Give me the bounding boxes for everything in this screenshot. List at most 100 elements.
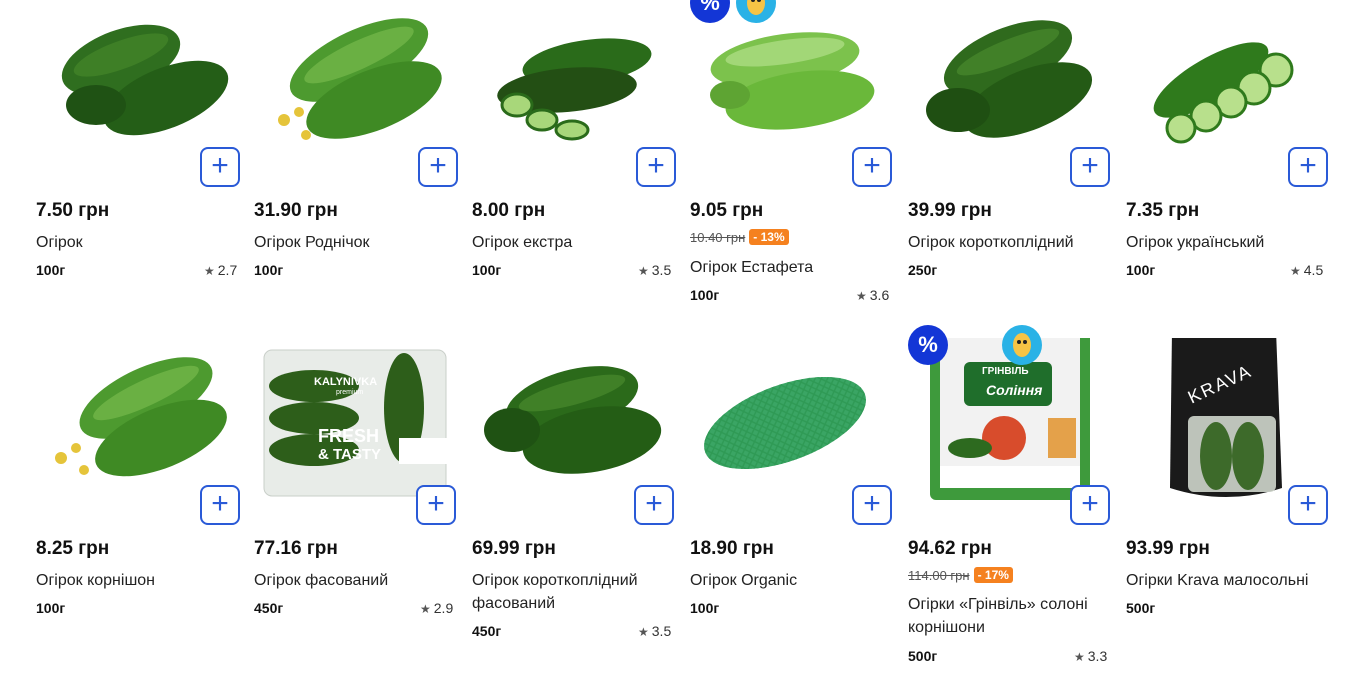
percent-icon: % (918, 332, 938, 357)
product-image[interactable] (36, 0, 242, 150)
plus-icon: + (427, 487, 445, 520)
rating-value: 3.6 (869, 287, 890, 303)
product-price: 31.90 грн (254, 200, 338, 221)
add-to-cart-button[interactable]: + (852, 147, 892, 187)
star-icon: ★ (638, 625, 649, 639)
package-sub: premium (336, 389, 364, 396)
product-weight: 100г (36, 262, 66, 278)
star-icon: ★ (204, 264, 215, 278)
product-price: 93.99 грн (1126, 538, 1210, 559)
product-name[interactable]: Огірок короткоплідний фасований (472, 569, 672, 615)
product-name[interactable]: Огірок Роднічок (254, 231, 464, 254)
plus-icon: + (1081, 487, 1099, 520)
package-sub: Соління (986, 382, 1043, 398)
product-name[interactable]: Огірок фасований (254, 569, 464, 592)
product-image[interactable] (472, 338, 678, 488)
rating-value: 3.5 (651, 623, 672, 639)
rating-value: 2.7 (217, 262, 238, 278)
plus-icon: + (1299, 487, 1317, 520)
product-price: 94.62 грн (908, 538, 992, 559)
rating-value: 4.5 (1303, 262, 1324, 278)
add-to-cart-button[interactable]: + (1288, 147, 1328, 187)
plus-icon: + (211, 487, 229, 520)
product-weight: 100г (1126, 262, 1156, 278)
plus-icon: + (863, 149, 881, 182)
product-weight: 100г (254, 262, 284, 278)
package-text-2: & TASTY (318, 446, 382, 463)
product-weight: 100г (472, 262, 502, 278)
product-rating: ★ 3.6 (856, 287, 889, 303)
product-name[interactable]: Огірок український (1126, 231, 1336, 254)
product-rating: ★ 3.3 (1074, 648, 1107, 664)
product-image[interactable] (1126, 0, 1332, 150)
package-brand: ГРІНВІЛЬ (982, 366, 1029, 377)
product-name[interactable]: Огірок короткоплідний (908, 231, 1118, 254)
add-to-cart-button[interactable]: + (1070, 147, 1110, 187)
product-image[interactable] (690, 338, 896, 488)
plus-icon: + (647, 149, 665, 182)
percent-icon: % (700, 0, 720, 15)
product-price: 77.16 грн (254, 538, 338, 559)
product-image[interactable] (36, 338, 242, 488)
product-name[interactable]: Огірок екстра (472, 231, 682, 254)
star-icon: ★ (420, 602, 431, 616)
product-rating: ★ 3.5 (638, 623, 671, 639)
add-to-cart-button[interactable]: + (416, 485, 456, 525)
product-price: 8.25 грн (36, 538, 110, 559)
promo-percent-badge: % (908, 325, 948, 365)
star-icon: ★ (1290, 264, 1301, 278)
discount-badge: - 17% (973, 567, 1013, 583)
old-price-row: 10.40 грн - 13% (690, 229, 789, 245)
product-name[interactable]: Огірки Krava малосольні (1126, 569, 1336, 592)
product-weight: 100г (690, 600, 720, 616)
add-to-cart-button[interactable]: + (636, 147, 676, 187)
plus-icon: + (1299, 149, 1317, 182)
package-text-1: FRESH (318, 426, 380, 446)
add-to-cart-button[interactable]: + (1070, 485, 1110, 525)
star-icon: ★ (638, 264, 649, 278)
product-weight: 250г (908, 262, 938, 278)
add-to-cart-button[interactable]: + (634, 485, 674, 525)
product-name[interactable]: Огірок (36, 231, 246, 254)
plus-icon: + (429, 149, 447, 182)
old-price: 114.00 грн (908, 567, 970, 583)
product-name[interactable]: Огірок корнішон (36, 569, 246, 592)
old-price-row: 114.00 грн - 17% (908, 567, 1013, 583)
product-weight: 450г (472, 623, 502, 639)
product-price: 69.99 грн (472, 538, 556, 559)
product-price: 7.35 грн (1126, 200, 1200, 221)
product-rating: ★ 4.5 (1290, 262, 1323, 278)
product-name[interactable]: Огірок Естафета (690, 256, 900, 279)
product-weight: 500г (1126, 600, 1156, 616)
product-image[interactable] (472, 0, 678, 150)
plus-icon: + (211, 149, 229, 182)
rating-value: 2.9 (433, 600, 454, 616)
product-image[interactable] (908, 0, 1114, 150)
add-to-cart-button[interactable]: + (200, 485, 240, 525)
product-rating: ★ 3.5 (638, 262, 671, 278)
star-icon: ★ (1074, 650, 1085, 664)
product-image[interactable]: KRAVA (1126, 338, 1332, 497)
product-name[interactable]: Огірок Organic (690, 569, 900, 592)
product-weight: 450г (254, 600, 284, 616)
package-brand: KALYNIVKA (314, 376, 378, 388)
add-to-cart-button[interactable]: + (1288, 485, 1328, 525)
add-to-cart-button[interactable]: + (200, 147, 240, 187)
add-to-cart-button[interactable]: + (418, 147, 458, 187)
rating-value: 3.5 (651, 262, 672, 278)
rating-value: 3.3 (1087, 648, 1108, 664)
product-price: 9.05 грн (690, 200, 764, 221)
product-grid: + 7.50 грн Огірок 100г ★ 2.7 + 31.90 грн … (0, 0, 1366, 677)
product-price: 39.99 грн (908, 200, 992, 221)
product-image[interactable]: KALYNIVKA premium FRESH & TASTY (254, 338, 460, 497)
product-name[interactable]: Огірки «Грінвіль» солоні корнішони (908, 593, 1113, 639)
product-weight: 100г (36, 600, 66, 616)
product-image[interactable] (690, 0, 896, 150)
discount-badge: - 13% (749, 229, 789, 245)
plus-icon: + (1081, 149, 1099, 182)
product-image[interactable] (254, 0, 460, 150)
product-weight: 100г (690, 287, 720, 303)
product-price: 18.90 грн (690, 538, 774, 559)
add-to-cart-button[interactable]: + (852, 485, 892, 525)
product-price: 8.00 грн (472, 200, 546, 221)
